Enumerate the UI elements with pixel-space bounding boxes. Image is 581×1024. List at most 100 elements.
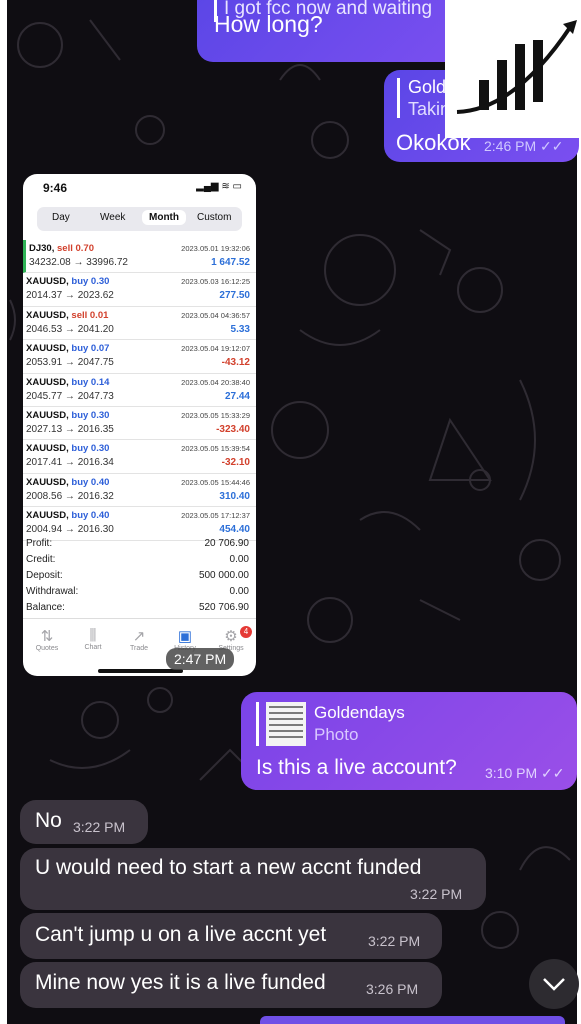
trade-date: 2023.05.05 15:39:54 bbox=[181, 444, 250, 454]
notification-badge: 4 bbox=[240, 626, 252, 638]
photo-time: 2:47 PM bbox=[166, 648, 235, 670]
message-text: No bbox=[35, 809, 62, 832]
status-icons: ▂▄▆ ≋ ▭ bbox=[196, 181, 242, 192]
trade-list: DJ30, sell 0.70 34232.08 → 33996.72 2023… bbox=[23, 240, 256, 541]
trade-side: sell 0.01 bbox=[71, 309, 109, 321]
trade-prices: 2027.13 → 2016.35 bbox=[26, 423, 114, 435]
trade-pnl: 27.44 bbox=[224, 390, 250, 402]
summary-credit: Credit: 0.00 bbox=[26, 554, 249, 565]
message-time: 3:10 PM ✓✓ bbox=[485, 765, 565, 781]
tab-day[interactable]: Day bbox=[52, 212, 70, 223]
trade-pnl: -323.40 bbox=[216, 423, 250, 435]
trade-symbol: XAUUSD, bbox=[26, 376, 69, 388]
message-text: U would need to start a new accnt funded bbox=[35, 856, 422, 879]
message-time: 3:22 PM bbox=[73, 819, 126, 835]
trade-side: buy 0.30 bbox=[71, 443, 110, 455]
outgoing-reply-message[interactable]: Goldendays Photo Is this a live account?… bbox=[241, 692, 577, 790]
trade-icon: ↗ bbox=[132, 628, 146, 645]
trade-prices: 2004.94 → 2016.30 bbox=[26, 524, 114, 536]
quote-type: Photo bbox=[314, 725, 359, 744]
message-time: 3:26 PM bbox=[366, 981, 419, 997]
trade-symbol: XAUUSD, bbox=[26, 476, 69, 488]
trade-date: 2023.05.03 16:12:25 bbox=[181, 277, 250, 287]
tab-week[interactable]: Week bbox=[100, 212, 125, 223]
message-time: 3:22 PM bbox=[368, 933, 421, 949]
trade-date: 2023.05.04 20:38:40 bbox=[181, 377, 250, 387]
trade-side: buy 0.30 bbox=[71, 409, 110, 421]
trade-pnl: -43.12 bbox=[221, 357, 250, 369]
chart-icon: ⫼ bbox=[89, 627, 97, 644]
trade-prices: 2045.77 → 2047.73 bbox=[26, 390, 114, 402]
logo bbox=[445, 0, 581, 138]
message-text: How long? bbox=[214, 11, 323, 37]
trade-pnl: 1 647.52 bbox=[211, 257, 250, 268]
trade-row[interactable]: DJ30, sell 0.70 34232.08 → 33996.72 2023… bbox=[23, 240, 256, 274]
trade-prices: 2046.53 → 2041.20 bbox=[26, 323, 114, 335]
trade-prices: 2008.56 → 2016.32 bbox=[26, 490, 114, 502]
message-time: 3:22 PM bbox=[410, 886, 463, 902]
trade-symbol: DJ30, bbox=[29, 243, 55, 254]
summary-balance: Balance: 520 706.90 bbox=[26, 602, 249, 613]
trade-side: buy 0.07 bbox=[71, 343, 110, 355]
trade-side: buy 0.14 bbox=[71, 376, 110, 388]
quote-bar bbox=[397, 78, 400, 118]
status-time: 9:46 bbox=[43, 181, 68, 195]
quoted-text: Takin bbox=[408, 99, 451, 119]
message-text: Can't jump u on a live accnt yet bbox=[35, 923, 327, 946]
tab-month[interactable]: Month bbox=[142, 210, 186, 225]
summary-profit: Profit: 20 706.90 bbox=[26, 538, 249, 549]
incoming-message[interactable]: Mine now yes it is a live funded 3:26 PM bbox=[20, 962, 442, 1008]
history-icon: ▣ bbox=[177, 628, 193, 645]
trade-date: 2023.05.05 15:33:29 bbox=[181, 410, 250, 420]
trade-side: buy 0.40 bbox=[71, 476, 110, 488]
quote-author: Gold bbox=[408, 77, 447, 97]
incoming-message[interactable]: No 3:22 PM bbox=[20, 800, 148, 844]
trade-row[interactable]: XAUUSD, buy 0.30 2014.37 → 2023.62 2023.… bbox=[23, 273, 256, 307]
trade-symbol: XAUUSD, bbox=[26, 510, 69, 522]
trade-side: buy 0.30 bbox=[71, 276, 110, 288]
trading-history-photo[interactable]: 9:46 ▂▄▆ ≋ ▭ Day Week Month Custom DJ30,… bbox=[23, 174, 256, 676]
tab-custom[interactable]: Custom bbox=[197, 212, 231, 223]
trade-prices: 2014.37 → 2023.62 bbox=[26, 290, 114, 302]
left-edge bbox=[0, 0, 7, 1024]
trade-prices: 2017.41 → 2016.34 bbox=[26, 457, 114, 469]
trade-row[interactable]: XAUUSD, buy 0.30 2027.13 → 2016.35 2023.… bbox=[23, 407, 256, 441]
scroll-down-button[interactable] bbox=[529, 959, 579, 1009]
trade-row[interactable]: XAUUSD, sell 0.01 2046.53 → 2041.20 2023… bbox=[23, 307, 256, 341]
trade-row[interactable]: XAUUSD, buy 0.30 2017.41 → 2016.34 2023.… bbox=[23, 440, 256, 474]
next-outgoing-message bbox=[260, 1016, 565, 1024]
trade-pnl: 454.40 bbox=[219, 524, 250, 536]
account-summary: Profit: 20 706.90 Credit: 0.00 Deposit: 500… bbox=[26, 538, 253, 618]
trade-pnl: 5.33 bbox=[230, 323, 250, 335]
trade-date: 2023.05.04 04:36:57 bbox=[181, 310, 250, 320]
trade-symbol: XAUUSD, bbox=[26, 309, 69, 321]
trade-row[interactable]: XAUUSD, buy 0.40 2008.56 → 2016.32 2023.… bbox=[23, 474, 256, 508]
quote-author: Goldendays bbox=[314, 703, 405, 722]
trade-pnl: 310.40 bbox=[219, 490, 250, 502]
tab-trade[interactable]: ↗ Trade bbox=[119, 627, 159, 652]
trade-row[interactable]: XAUUSD, buy 0.14 2045.77 → 2047.73 2023.… bbox=[23, 374, 256, 407]
trade-date: 2023.05.04 19:12:07 bbox=[181, 344, 250, 354]
trade-symbol: XAUUSD, bbox=[26, 409, 69, 421]
trade-side: sell 0.70 bbox=[57, 243, 94, 254]
trade-date: 2023.05.05 15:44:46 bbox=[181, 477, 250, 487]
message-text: Mine now yes it is a live funded bbox=[35, 971, 326, 994]
period-segmented-control[interactable]: Day Week Month Custom bbox=[37, 207, 242, 231]
quote-bar bbox=[256, 702, 259, 746]
trade-symbol: XAUUSD, bbox=[26, 276, 69, 288]
tab-chart[interactable]: ⫼ Chart bbox=[73, 627, 113, 651]
incoming-message[interactable]: U would need to start a new accnt funded… bbox=[20, 848, 486, 910]
trade-symbol: XAUUSD, bbox=[26, 443, 69, 455]
growth-chart-logo-icon bbox=[456, 20, 577, 114]
trade-prices: 2053.91 → 2047.75 bbox=[26, 357, 114, 369]
outgoing-message[interactable]: I got fcc now and waiting How long? bbox=[197, 0, 465, 62]
trade-side: buy 0.40 bbox=[71, 510, 110, 522]
chevron-down-icon bbox=[543, 978, 565, 991]
right-edge bbox=[577, 0, 581, 1024]
photo-thumbnail bbox=[266, 702, 306, 746]
incoming-message[interactable]: Can't jump u on a live accnt yet 3:22 PM bbox=[20, 913, 442, 959]
trade-pnl: -32.10 bbox=[221, 457, 250, 469]
tab-quotes[interactable]: ⇅ Quotes bbox=[27, 627, 67, 652]
trade-row[interactable]: XAUUSD, buy 0.07 2053.91 → 2047.75 2023.… bbox=[23, 340, 256, 374]
trade-row[interactable]: XAUUSD, buy 0.40 2004.94 → 2016.30 2023.… bbox=[23, 507, 256, 541]
